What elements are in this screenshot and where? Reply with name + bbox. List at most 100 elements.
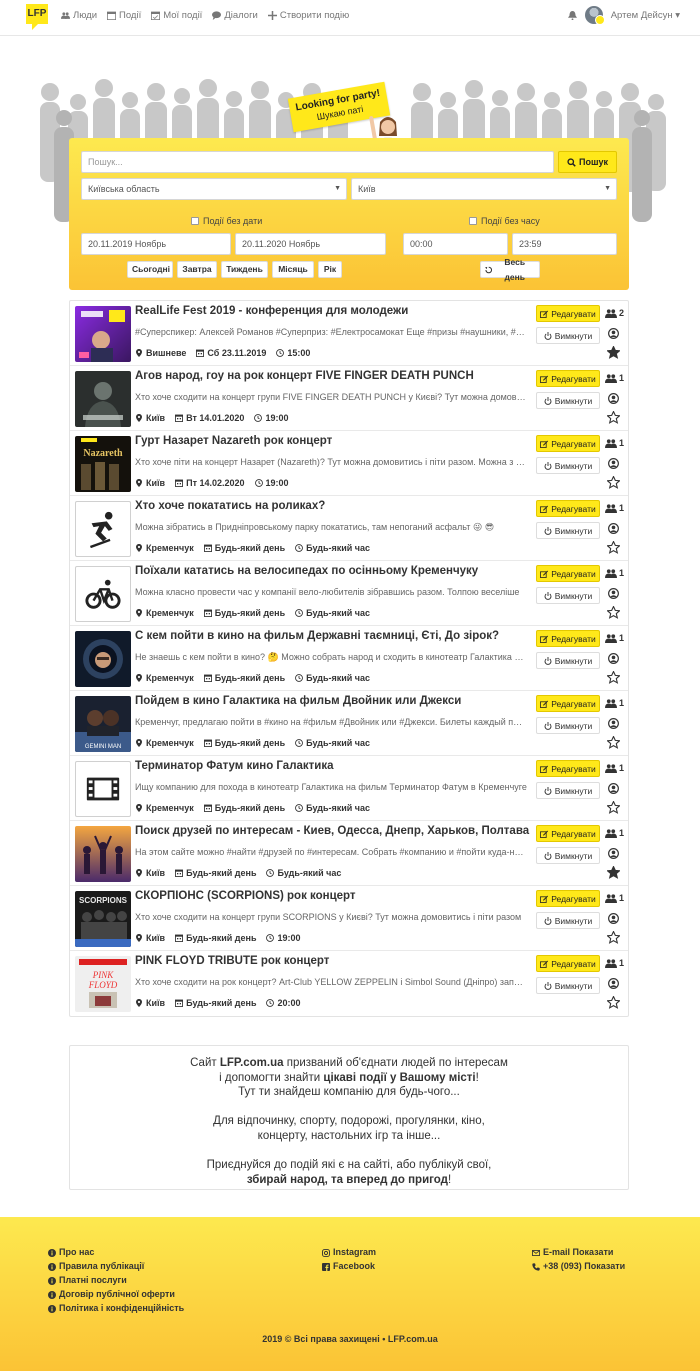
user-circle-icon[interactable] xyxy=(608,458,619,469)
edit-event-button[interactable]: Редагувати xyxy=(536,760,600,777)
event-title[interactable]: Хто хоче покататись на роликах? xyxy=(135,500,530,512)
quick-today-button[interactable]: Сьогодні xyxy=(127,261,173,278)
no-time-checkbox[interactable]: Події без часу xyxy=(469,216,540,226)
turn-off-event-button[interactable]: Вимкнути xyxy=(536,327,600,344)
user-circle-icon[interactable] xyxy=(608,718,619,729)
nav-link-create-event[interactable]: Створити подію xyxy=(267,10,349,21)
star-filled-icon[interactable] xyxy=(607,866,620,879)
quick-week-button[interactable]: Тиждень xyxy=(221,261,268,278)
event-thumbnail[interactable]: SCORPIONS xyxy=(75,891,131,947)
star-outline-icon[interactable] xyxy=(607,541,620,554)
turn-off-event-button[interactable]: Вимкнути xyxy=(536,847,600,864)
event-title[interactable]: С кем пойти в кино на фильм Державні тає… xyxy=(135,630,530,642)
turn-off-event-button[interactable]: Вимкнути xyxy=(536,652,600,669)
site-logo[interactable]: LFP xyxy=(26,4,48,30)
event-thumbnail[interactable] xyxy=(75,631,131,687)
star-filled-icon[interactable] xyxy=(607,346,620,359)
turn-off-event-button[interactable]: Вимкнути xyxy=(536,717,600,734)
event-thumbnail[interactable] xyxy=(75,501,131,557)
event-title[interactable]: PINK FLOYD TRIBUTE рок концерт xyxy=(135,955,530,967)
user-circle-icon[interactable] xyxy=(608,783,619,794)
user-circle-icon[interactable] xyxy=(608,653,619,664)
star-outline-icon[interactable] xyxy=(607,411,620,424)
event-thumbnail[interactable] xyxy=(75,566,131,622)
event-thumbnail[interactable] xyxy=(75,371,131,427)
all-day-button[interactable]: Весь день xyxy=(480,257,540,282)
star-outline-icon[interactable] xyxy=(607,736,620,749)
turn-off-event-button[interactable]: Вимкнути xyxy=(536,912,600,929)
event-thumbnail[interactable]: Nazareth xyxy=(75,436,131,492)
nav-link-dialogs[interactable]: Діалоги xyxy=(212,10,258,21)
quick-tomorrow-button[interactable]: Завтра xyxy=(177,261,217,278)
date-to-input[interactable]: 20.11.2020 Ноябрь xyxy=(235,233,386,255)
event-thumbnail[interactable]: GEMINI MAN xyxy=(75,696,131,752)
user-circle-icon[interactable] xyxy=(608,328,619,339)
event-row[interactable]: GEMINI MAN Пойдем в кино Галактика на фил… xyxy=(70,691,628,756)
nav-link-people[interactable]: Люди xyxy=(61,10,97,21)
edit-event-button[interactable]: Редагувати xyxy=(536,370,600,387)
edit-event-button[interactable]: Редагувати xyxy=(536,890,600,907)
footer-link-offer[interactable]: Договір публічної оферти xyxy=(48,1289,184,1300)
event-title[interactable]: Пойдем в кино Галактика на фильм Двойник… xyxy=(135,695,530,707)
star-outline-icon[interactable] xyxy=(607,671,620,684)
quick-month-button[interactable]: Місяць xyxy=(272,261,314,278)
event-thumbnail[interactable]: PINK FLOYD xyxy=(75,956,131,1012)
footer-link-instagram[interactable]: Instagram xyxy=(322,1247,376,1258)
quick-year-button[interactable]: Рік xyxy=(318,261,342,278)
event-title[interactable]: Агов народ, гоу на рок концерт FIVE FING… xyxy=(135,370,530,382)
user-menu[interactable]: Артем Дейсун ▾ xyxy=(611,10,680,21)
footer-phone-link[interactable]: +38 (093) Показати xyxy=(532,1261,625,1272)
bell-icon[interactable] xyxy=(567,10,577,20)
footer-link-rules[interactable]: Правила публікації xyxy=(48,1261,184,1272)
event-row[interactable]: Nazareth Гурт Назарет Nazareth рок концер… xyxy=(70,431,628,496)
event-row[interactable]: RealLife Fest 2019 - конференция для мол… xyxy=(70,301,628,366)
event-title[interactable]: Поиск друзей по интересам - Киев, Одесса… xyxy=(135,825,530,837)
event-title[interactable]: Поїхали кататись на велосипедах по осінн… xyxy=(135,565,530,577)
star-outline-icon[interactable] xyxy=(607,606,620,619)
event-title[interactable]: СКОРПІОНС (SCORPIONS) рок концерт xyxy=(135,890,530,902)
turn-off-event-button[interactable]: Вимкнути xyxy=(536,522,600,539)
time-from-input[interactable]: 00:00 xyxy=(403,233,508,255)
edit-event-button[interactable]: Редагувати xyxy=(536,630,600,647)
event-row[interactable]: Хто хоче покататись на роликах? Можна зіб… xyxy=(70,496,628,561)
turn-off-event-button[interactable]: Вимкнути xyxy=(536,782,600,799)
turn-off-event-button[interactable]: Вимкнути xyxy=(536,392,600,409)
date-from-input[interactable]: 20.11.2019 Ноябрь xyxy=(81,233,231,255)
time-to-input[interactable]: 23:59 xyxy=(512,233,617,255)
edit-event-button[interactable]: Редагувати xyxy=(536,825,600,842)
user-circle-icon[interactable] xyxy=(608,848,619,859)
event-row[interactable]: Поиск друзей по интересам - Киев, Одесса… xyxy=(70,821,628,886)
event-row[interactable]: SCORPIONS СКОРПІОНС (SCORPIONS) рок конце… xyxy=(70,886,628,951)
event-thumbnail[interactable] xyxy=(75,826,131,882)
nav-link-events[interactable]: Події xyxy=(107,10,141,21)
footer-link-privacy[interactable]: Політика і конфіденційність xyxy=(48,1303,184,1314)
checkbox-box[interactable] xyxy=(191,217,199,225)
edit-event-button[interactable]: Редагувати xyxy=(536,955,600,972)
user-circle-icon[interactable] xyxy=(608,523,619,534)
footer-link-paid[interactable]: Платні послуги xyxy=(48,1275,184,1286)
user-circle-icon[interactable] xyxy=(608,978,619,989)
nav-link-my-events[interactable]: Мої події xyxy=(151,10,202,21)
footer-link-about[interactable]: Про нас xyxy=(48,1247,184,1258)
user-circle-icon[interactable] xyxy=(608,588,619,599)
event-row[interactable]: С кем пойти в кино на фильм Державні тає… xyxy=(70,626,628,691)
no-date-checkbox[interactable]: Події без дати xyxy=(191,216,262,226)
event-thumbnail[interactable] xyxy=(75,761,131,817)
edit-event-button[interactable]: Редагувати xyxy=(536,435,600,452)
event-title[interactable]: RealLife Fest 2019 - конференция для мол… xyxy=(135,305,530,317)
star-outline-icon[interactable] xyxy=(607,931,620,944)
event-row[interactable]: PINK FLOYD PINK FLOYD TRIBUTE рок концерт Х… xyxy=(70,951,628,1016)
turn-off-event-button[interactable]: Вимкнути xyxy=(536,977,600,994)
user-circle-icon[interactable] xyxy=(608,913,619,924)
turn-off-event-button[interactable]: Вимкнути xyxy=(536,587,600,604)
turn-off-event-button[interactable]: Вимкнути xyxy=(536,457,600,474)
user-circle-icon[interactable] xyxy=(608,393,619,404)
avatar[interactable] xyxy=(584,6,605,25)
city-select[interactable]: Київ ▼ xyxy=(351,178,617,200)
edit-event-button[interactable]: Редагувати xyxy=(536,500,600,517)
edit-event-button[interactable]: Редагувати xyxy=(536,565,600,582)
star-outline-icon[interactable] xyxy=(607,996,620,1009)
star-outline-icon[interactable] xyxy=(607,476,620,489)
star-outline-icon[interactable] xyxy=(607,801,620,814)
footer-link-facebook[interactable]: Facebook xyxy=(322,1261,376,1272)
